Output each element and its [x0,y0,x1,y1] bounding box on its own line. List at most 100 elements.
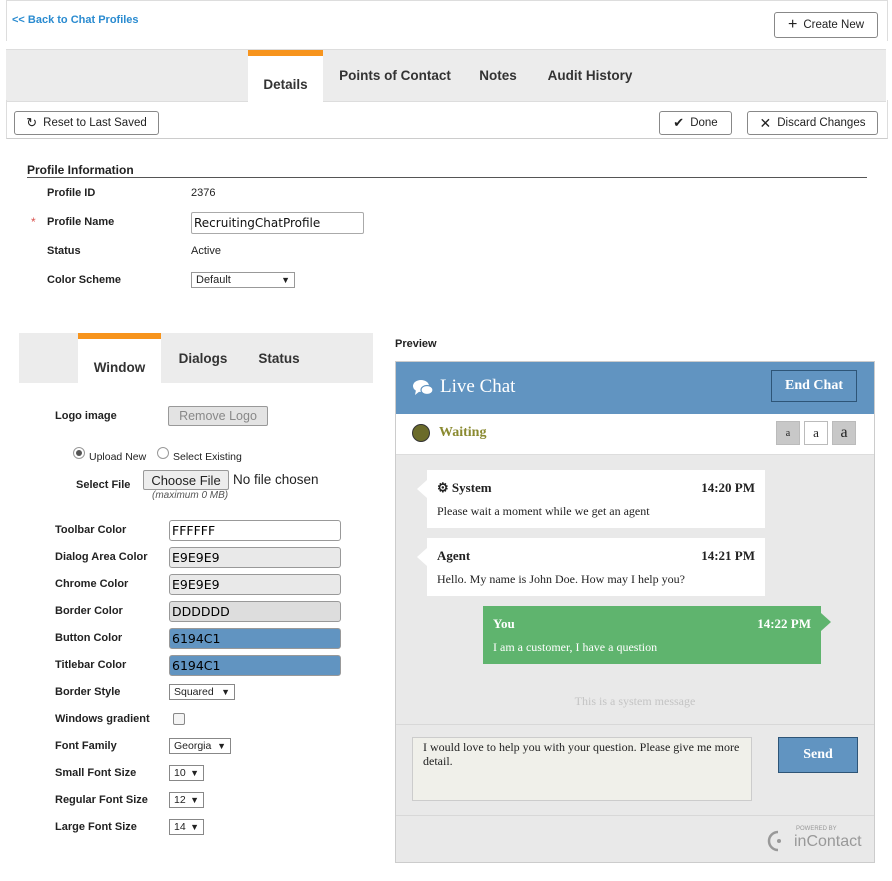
message-sender: You [493,616,515,631]
windows-gradient-checkbox[interactable] [173,713,185,725]
done-button[interactable]: ✔ Done [659,111,732,135]
powered-by-text: POWERED BY [796,826,837,832]
chrome-color-label: Chrome Color [55,578,129,590]
large-font-size-label: Large Font Size [55,821,137,833]
bubble-pointer [821,613,831,631]
reset-label: Reset to Last Saved [43,117,147,129]
close-icon: ✕ [759,114,772,131]
tab-dialogs[interactable]: Dialogs [173,333,233,383]
upload-new-radio[interactable] [73,447,85,459]
status-text: Waiting [439,425,487,440]
message-text: Please wait a moment while we get an age… [437,504,650,518]
small-font-button[interactable]: a [776,421,800,445]
tab-window[interactable]: Window [78,333,161,389]
chat-input-area: I would love to help you with your quest… [396,724,874,816]
small-font-size-select[interactable]: 10 ▼ [169,765,204,781]
upload-new-label: Upload New [89,451,147,463]
chat-title: Live Chat [440,376,516,397]
select-existing-label: Select Existing [173,451,242,463]
chat-message: Agent 14:21 PM Hello. My name is John Do… [417,538,765,596]
profile-name-label: Profile Name [47,216,115,228]
dropdown-arrow-icon: ▼ [190,822,199,832]
chat-message-input[interactable]: I would love to help you with your quest… [412,737,752,801]
incontact-logo: POWERED BY inContact [766,824,866,854]
status-label: Status [47,245,81,257]
discard-label: Discard Changes [777,117,866,129]
checkmark-icon: ✔ [673,115,685,130]
chat-bubbles-icon [413,380,434,396]
no-file-chosen-text: No file chosen [233,472,319,487]
font-family-select[interactable]: Georgia ▼ [169,738,231,754]
message-time: 14:21 PM [701,548,755,563]
select-file-label: Select File [76,479,131,491]
button-color-input[interactable] [169,628,341,649]
dialog-area-color-input[interactable] [169,547,341,568]
font-family-label: Font Family [55,740,117,752]
border-style-select[interactable]: Squared ▼ [169,684,235,700]
chat-message: ⚙ System 14:20 PM Please wait a moment w… [417,470,765,528]
regular-font-size-value: 12 [174,794,186,806]
titlebar-color-label: Titlebar Color [55,659,127,671]
status-value: Active [191,245,221,257]
small-font-size-label: Small Font Size [55,767,137,779]
create-new-label: Create New [803,19,865,31]
back-to-chat-profiles-link[interactable]: << Back to Chat Profiles [12,14,139,26]
message-text: Hello. My name is John Doe. How may I he… [437,572,685,586]
message-time: 14:22 PM [757,616,811,631]
status-indicator-icon [412,424,430,442]
color-scheme-label: Color Scheme [47,274,121,286]
message-sender: System [451,480,492,495]
reset-to-last-saved-button[interactable]: ↻ Reset to Last Saved [14,111,159,135]
titlebar-color-input[interactable] [169,655,341,676]
small-font-size-value: 10 [174,767,186,779]
logo-image-label: Logo image [55,410,117,422]
border-style-value: Squared [174,686,214,698]
main-tab-bar: Details Points of Contact Notes Audit Hi… [6,49,886,107]
brand-text: inContact [794,833,862,850]
bubble-pointer [417,548,427,566]
tab-points-of-contact[interactable]: Points of Contact [336,50,454,101]
preview-label: Preview [395,338,437,350]
plus-icon: + [787,16,798,33]
color-scheme-select[interactable]: Default ▼ [191,272,295,288]
regular-font-size-select[interactable]: 12 ▼ [169,792,204,808]
button-color-label: Button Color [55,632,123,644]
medium-font-button[interactable]: a [804,421,828,445]
settings-tab-bar: Window Dialogs Status [19,333,373,389]
profile-name-input[interactable] [191,212,364,234]
chat-preview: Live Chat End Chat Waiting a a a ⚙ Syste… [395,361,875,863]
incontact-logo-icon [767,830,781,852]
dialog-area-color-label: Dialog Area Color [55,551,148,563]
large-font-size-select[interactable]: 14 ▼ [169,819,204,835]
border-style-label: Border Style [55,686,121,698]
chat-title-bar: Live Chat End Chat [396,362,874,414]
tab-details[interactable]: Details [248,50,323,107]
send-button[interactable]: Send [778,737,858,773]
toolbar-color-input[interactable] [169,520,341,541]
large-font-button[interactable]: a [832,421,856,445]
profile-id-label: Profile ID [47,187,96,199]
create-new-button[interactable]: + Create New [774,12,878,38]
toolbar-color-label: Toolbar Color [55,524,127,536]
radio-dot-icon [76,450,82,456]
color-scheme-value: Default [196,274,231,286]
tab-status[interactable]: Status [252,333,306,383]
dropdown-arrow-icon: ▼ [221,687,230,697]
gear-icon: ⚙ [437,480,449,495]
border-color-label: Border Color [55,605,123,617]
discard-changes-button[interactable]: ✕ Discard Changes [747,111,878,135]
done-label: Done [690,117,718,129]
remove-logo-button[interactable]: Remove Logo [168,406,268,426]
tab-audit-history[interactable]: Audit History [544,50,636,101]
choose-file-button[interactable]: Choose File [143,470,229,490]
chrome-color-input[interactable] [169,574,341,595]
tab-notes[interactable]: Notes [472,50,524,101]
windows-gradient-label: Windows gradient [55,713,150,725]
border-color-input[interactable] [169,601,341,622]
profile-information-heading: Profile Information [27,163,134,177]
regular-font-size-label: Regular Font Size [55,794,148,806]
end-chat-button[interactable]: End Chat [771,370,857,402]
select-existing-radio[interactable] [157,447,169,459]
profile-id-value: 2376 [191,187,216,199]
dropdown-arrow-icon: ▼ [217,741,226,751]
